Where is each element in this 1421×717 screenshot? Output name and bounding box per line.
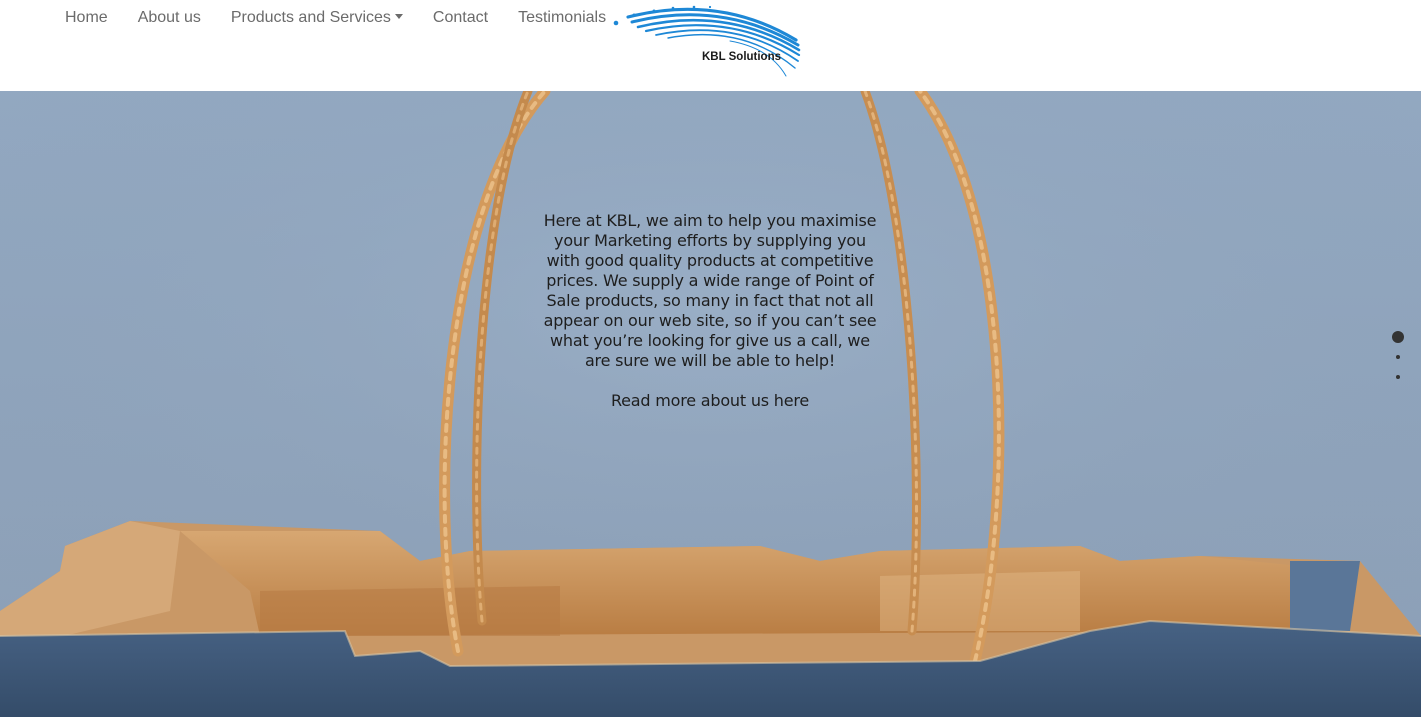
nav-menu: Home About us Products and Services Cont… (50, 0, 621, 36)
kbl-logo[interactable]: KBL Solutions (610, 0, 805, 82)
nav-contact-link[interactable]: Contact (418, 0, 503, 36)
carousel-indicator-1[interactable] (1392, 331, 1404, 343)
navbar: Home About us Products and Services Cont… (0, 0, 1421, 91)
hero-carousel: Here at KBL, we aim to help you maximise… (0, 91, 1421, 717)
hero-text: Here at KBL, we aim to help you maximise… (540, 211, 880, 411)
nav-testimonials-link[interactable]: Testimonials (503, 0, 621, 36)
swoosh-logo-icon (613, 5, 801, 77)
read-more-link[interactable]: Read more about us here (540, 391, 880, 411)
hero-paragraph: Here at KBL, we aim to help you maximise… (543, 211, 877, 370)
caret-down-icon (394, 14, 403, 19)
carousel-indicator-2[interactable] (1396, 355, 1400, 359)
nav-about-link[interactable]: About us (123, 0, 216, 36)
nav-products-label: Products and Services (230, 9, 391, 26)
nav-products-dropdown[interactable]: Products and Services (216, 0, 418, 36)
carousel-indicator-3[interactable] (1396, 375, 1400, 379)
logo-text: KBL Solutions (702, 51, 782, 63)
nav-home-link[interactable]: Home (50, 0, 123, 36)
